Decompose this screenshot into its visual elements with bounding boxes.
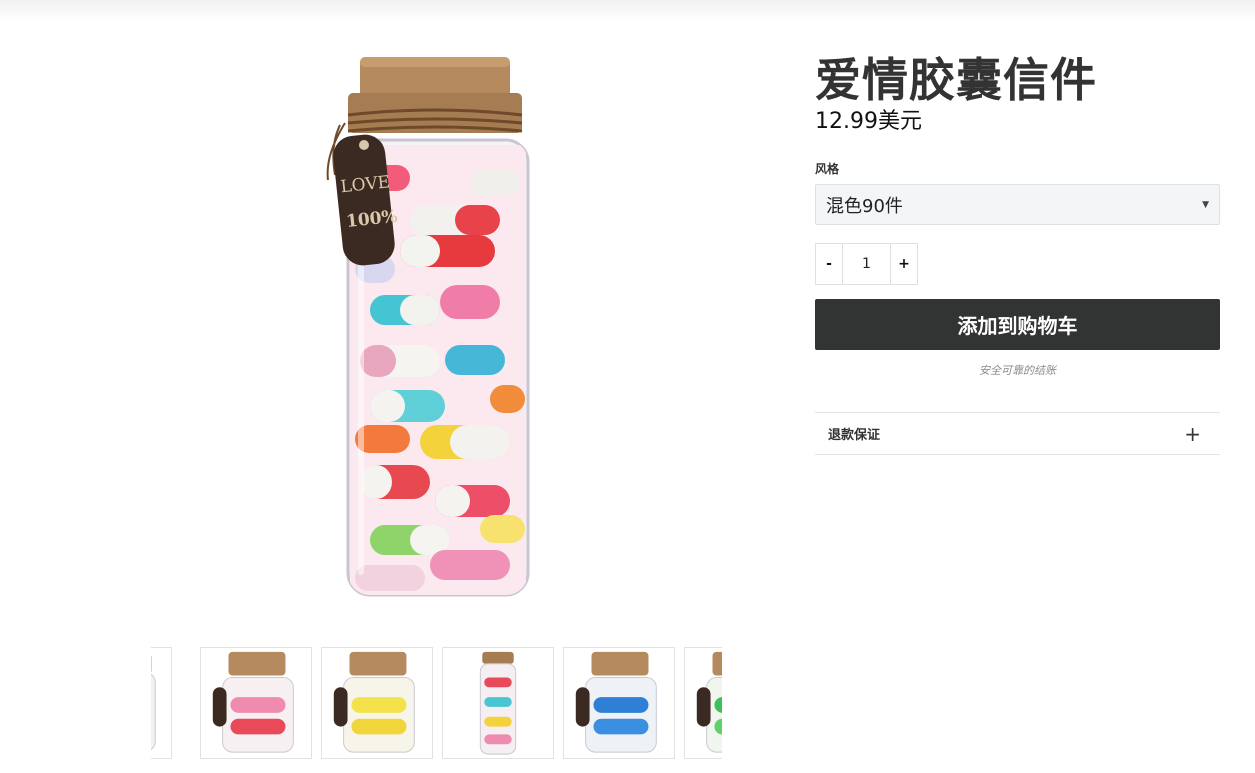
plus-icon: + <box>1184 421 1201 446</box>
main-product-image[interactable]: LOVE 100% <box>300 45 560 605</box>
add-to-cart-button[interactable]: 添加到购物车 <box>815 299 1220 350</box>
thumbnail-cyan[interactable] <box>151 647 172 759</box>
variant-select[interactable]: 混色90件 ▼ <box>815 184 1220 225</box>
caret-down-icon: ▼ <box>1202 199 1209 210</box>
thumbnail-tall-mixed[interactable] <box>442 647 554 759</box>
accordion-label: 退款保证 <box>828 428 881 443</box>
secure-checkout-text: 安全可靠的结账 <box>979 364 1056 377</box>
refund-guarantee-accordion[interactable]: 退款保证 + <box>815 412 1220 455</box>
quantity-stepper: - + <box>815 243 918 285</box>
variant-selected-value: 混色90件 <box>826 195 903 217</box>
product-info-panel: 爱情胶囊信件 12.99美元 风格 混色90件 ▼ - + 添加到购物车 安全可… <box>815 0 1220 773</box>
thumbnail-blue[interactable] <box>563 647 675 759</box>
thumbnail-yellow[interactable] <box>321 647 433 759</box>
quantity-increase-button[interactable]: + <box>891 244 917 284</box>
product-title: 爱情胶囊信件 <box>815 53 1097 107</box>
quantity-input[interactable] <box>842 244 891 284</box>
variant-label: 风格 <box>815 162 840 176</box>
product-price: 12.99美元 <box>815 109 922 134</box>
thumbnail-strip <box>151 647 722 765</box>
thumbnail-pink[interactable] <box>200 647 312 759</box>
quantity-decrease-button[interactable]: - <box>816 244 842 284</box>
thumbnail-green[interactable] <box>684 647 722 759</box>
